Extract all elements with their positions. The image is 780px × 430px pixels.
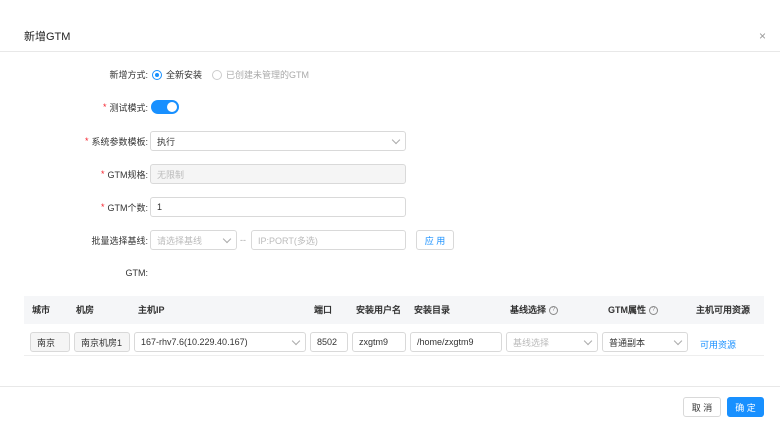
chevron-down-icon — [583, 336, 593, 346]
radio-existing-gtm[interactable]: 已创建未管理的GTM — [212, 68, 309, 81]
chevron-down-icon — [291, 336, 301, 346]
add-gtm-dialog: 新增GTM × 新增方式: 全新安装 已创建未管理的GTM * 测试模式: * 系统… — [0, 0, 780, 430]
radio-circle-icon — [212, 69, 223, 80]
form-row-test-mode: * 测试模式: — [0, 97, 780, 117]
baseline-label: 批量选择基线: — [91, 235, 148, 246]
dialog-header: 新增GTM × — [0, 0, 780, 52]
mode-label: 新增方式: — [109, 69, 148, 80]
radio-new-install[interactable]: 全新安装 — [152, 68, 202, 81]
chevron-down-icon — [222, 234, 232, 244]
col-resource: 主机可用资源 — [696, 305, 751, 315]
cancel-button[interactable]: 取 消 — [683, 397, 721, 417]
form-row-gtm-spec: * GTM规格: 无限制 — [0, 164, 780, 184]
table-row: 南京 南京机房1 167-rhv7.6(10.229.40.167) 8502 … — [24, 326, 764, 356]
baseline-cell-select[interactable]: 基线选择 — [506, 332, 598, 352]
help-icon[interactable]: ? — [549, 306, 559, 316]
required-mark: * — [100, 169, 105, 179]
radio-circle-icon — [152, 69, 162, 80]
test-mode-label: 测试模式: — [109, 102, 148, 113]
form-row-sys-template: * 系统参数模板: 执行 — [0, 131, 780, 151]
close-icon[interactable]: × — [759, 30, 766, 42]
col-port: 端口 — [314, 305, 333, 315]
ok-button[interactable]: 确 定 — [727, 397, 764, 417]
required-mark: * — [84, 136, 89, 146]
col-dir: 安装目录 — [414, 305, 451, 315]
range-separator: -- — [240, 235, 246, 245]
footer-divider — [0, 386, 780, 387]
table-header: 城市 机房 主机IP 端口 安装用户名 安装目录 基线选择? GTM属性? 主机… — [24, 296, 764, 324]
apply-button[interactable]: 应 用 — [416, 230, 454, 250]
dir-input[interactable]: /home/zxgtm9 — [410, 332, 502, 352]
gtm-count-input[interactable]: 1 — [150, 197, 406, 217]
form-row-gtm: GTM: — [0, 263, 780, 283]
host-ip-select[interactable]: 167-rhv7.6(10.229.40.167) — [134, 332, 306, 352]
baseline-select[interactable]: 请选择基线 — [150, 230, 237, 250]
col-gtm-attr: GTM属性? — [608, 296, 658, 324]
room-cell: 南京机房1 — [74, 332, 130, 352]
sys-template-select[interactable]: 执行 — [150, 131, 406, 151]
user-input[interactable]: zxgtm9 — [352, 332, 406, 352]
test-mode-switch[interactable] — [151, 100, 179, 114]
city-cell: 南京 — [30, 332, 70, 352]
required-mark: * — [100, 202, 105, 212]
help-icon[interactable]: ? — [649, 306, 658, 316]
form-row-gtm-count: * GTM个数: 1 — [0, 197, 780, 217]
gtm-attr-select[interactable]: 普通副本 — [602, 332, 688, 352]
chevron-down-icon — [391, 135, 401, 145]
gtm-spec-label: GTM规格: — [107, 169, 149, 180]
dialog-title: 新增GTM — [24, 31, 71, 43]
col-user: 安装用户名 — [356, 305, 402, 315]
col-room: 机房 — [76, 305, 95, 315]
form-row-mode: 新增方式: 全新安装 已创建未管理的GTM — [0, 64, 780, 84]
required-mark: * — [102, 102, 107, 112]
chevron-down-icon — [673, 336, 683, 346]
form-row-baseline: 批量选择基线: 请选择基线 -- IP:PORT(多选) 应 用 — [0, 230, 780, 250]
gtm-count-label: GTM个数: — [107, 202, 149, 213]
ipport-input[interactable]: IP:PORT(多选) — [251, 230, 406, 250]
col-baseline: 基线选择? — [510, 296, 559, 324]
sys-template-label: 系统参数模板: — [91, 136, 148, 147]
resource-link[interactable]: 可用资源 — [700, 338, 736, 351]
gtm-section-label: GTM: — [125, 268, 149, 278]
col-city: 城市 — [32, 305, 51, 315]
col-host-ip: 主机IP — [138, 305, 165, 315]
gtm-spec-input: 无限制 — [150, 164, 406, 184]
port-input[interactable]: 8502 — [310, 332, 348, 352]
